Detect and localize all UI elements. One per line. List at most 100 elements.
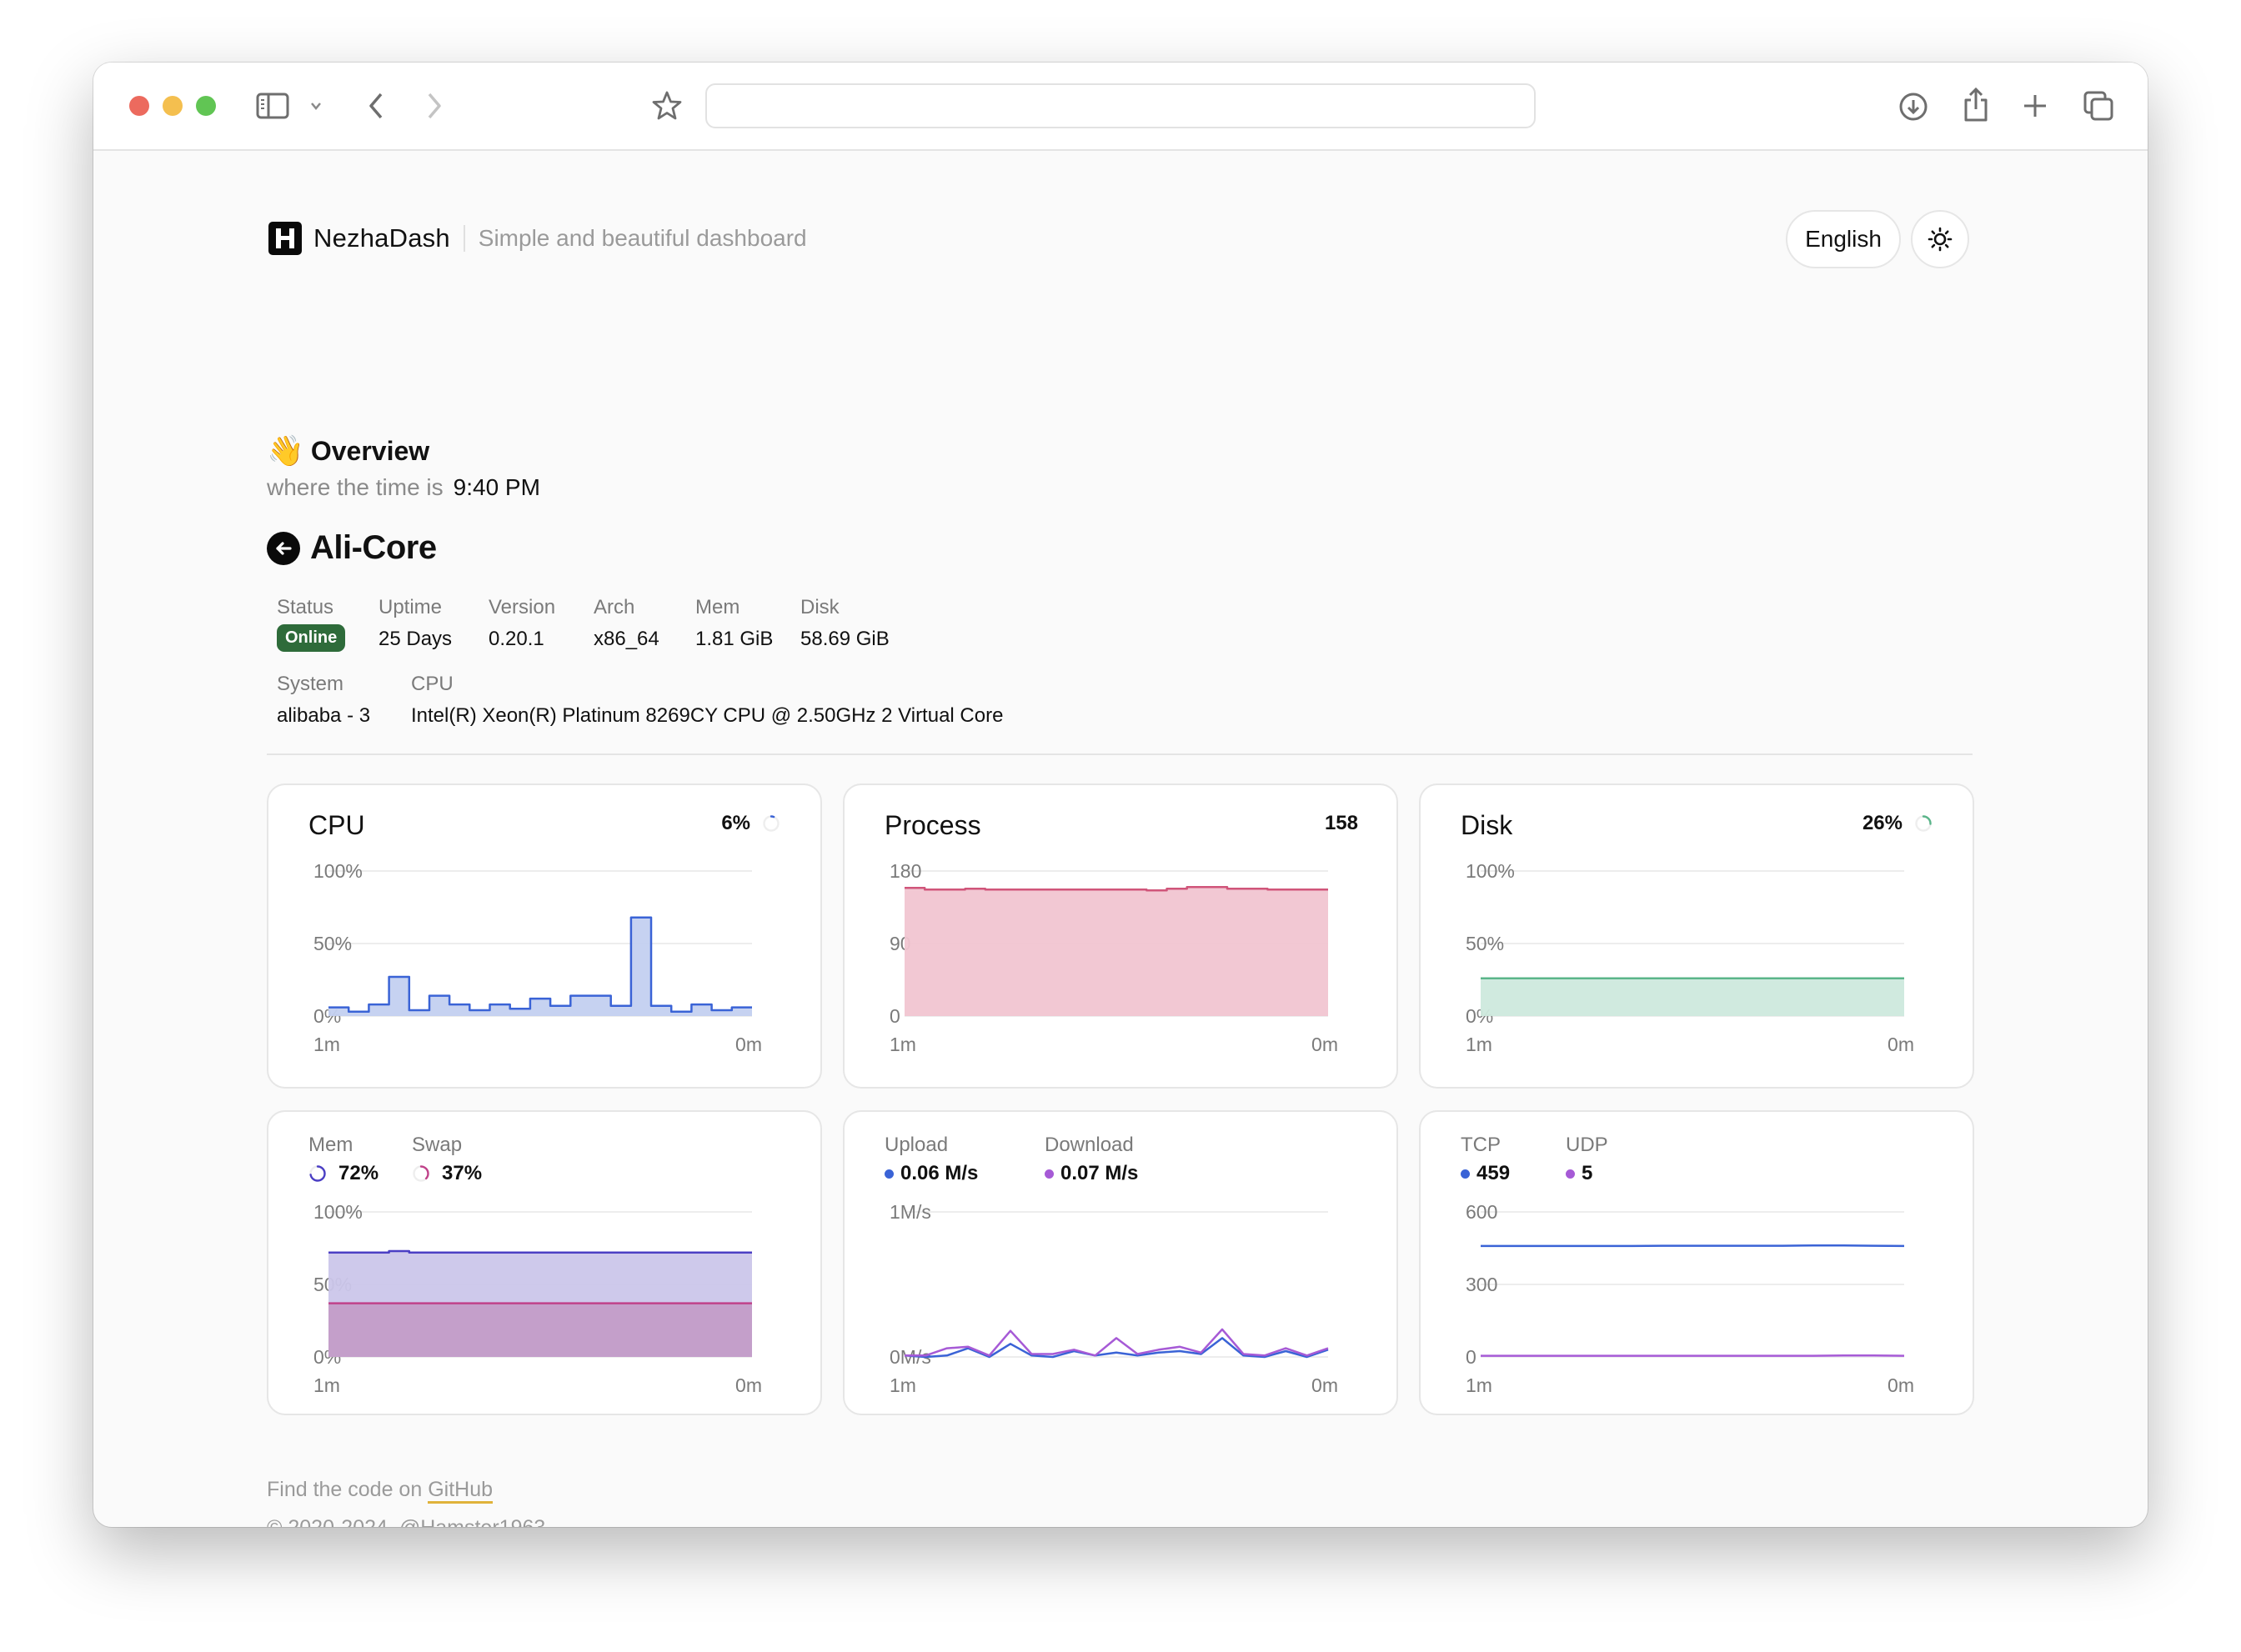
brand-tagline: Simple and beautiful dashboard xyxy=(478,225,807,251)
info-label: Arch xyxy=(594,596,635,618)
process-chart: 1809001m 0m xyxy=(890,860,1338,1055)
server-heading: Ali-Core xyxy=(267,529,437,567)
info-value: 25 Days xyxy=(379,628,453,650)
info-label: CPU xyxy=(411,673,454,695)
connections-chart: 600 300 0 1m 0m xyxy=(1466,1201,1914,1396)
y-tick-label: 50% xyxy=(1466,933,1504,954)
minimize-window-button[interactable] xyxy=(163,96,183,116)
y-tick-label: 50% xyxy=(313,933,352,954)
info-value: 58.69 GiB xyxy=(800,628,890,650)
time-label: where the time is xyxy=(267,474,444,500)
info-uptime: Uptime 25 Days xyxy=(379,596,452,651)
x-tick-label: 0m xyxy=(1888,1034,1914,1055)
network-chart: 1M/s0M/s1m 0m xyxy=(890,1201,1338,1396)
cpu-card: CPU 6% 100% 50% 0% 1m 0m xyxy=(267,783,822,1089)
overview-heading: 👋 Overview xyxy=(267,434,429,468)
x-tick-label: 1m xyxy=(1466,1374,1492,1396)
y-tick-label: 180 xyxy=(890,860,921,882)
theme-toggle-button[interactable] xyxy=(1911,210,1969,268)
x-tick-label: 0m xyxy=(735,1374,762,1396)
browser-toolbar xyxy=(93,63,2148,151)
x-tick-label: 0m xyxy=(1888,1374,1914,1396)
y-tick-label: 100% xyxy=(313,860,363,882)
info-label: Disk xyxy=(800,596,840,618)
memory-card: Mem 72% Swap 37% 100%50%0%1m0m xyxy=(267,1110,822,1415)
process-area xyxy=(905,887,1328,1016)
waving-hand-icon: 👋 xyxy=(267,433,304,468)
info-disk: Disk 58.69 GiB xyxy=(800,596,890,651)
x-tick-label: 0m xyxy=(1311,1034,1338,1055)
footer-source: Find the code on GitHub xyxy=(267,1478,494,1504)
language-button[interactable]: English xyxy=(1786,210,1901,268)
y-tick-label: 600 xyxy=(1466,1201,1497,1223)
sun-icon xyxy=(1928,227,1953,252)
download-icon[interactable] xyxy=(1898,91,1929,123)
x-tick-label: 1m xyxy=(313,1034,340,1055)
sidebar-toggle-icon[interactable] xyxy=(255,93,290,119)
x-tick-label: 1m xyxy=(313,1374,340,1396)
new-tab-plus-icon[interactable] xyxy=(2022,93,2048,119)
bookmark-star-icon[interactable] xyxy=(650,89,684,123)
disk-card: Disk 26% 100% 50% 0% 1m 0m xyxy=(1419,783,1974,1089)
info-label: Version xyxy=(489,596,556,618)
brand[interactable]: NezhaDash Simple and beautiful dashboard xyxy=(268,219,807,258)
info-value: 0.20.1 xyxy=(489,628,544,650)
tcp-line xyxy=(1481,1244,1905,1248)
y-tick-label: 100% xyxy=(313,1201,363,1223)
info-value: x86_64 xyxy=(594,628,659,650)
share-icon[interactable] xyxy=(1961,86,1991,123)
close-window-button[interactable] xyxy=(129,96,149,116)
x-tick-label: 1m xyxy=(890,1034,916,1055)
disk-chart: 100%50%0%1m 0m xyxy=(1466,860,1914,1055)
overview-title: Overview xyxy=(310,435,430,466)
brand-name: NezhaDash xyxy=(313,223,450,253)
disk-area xyxy=(1481,978,1904,1016)
y-tick-label: 0 xyxy=(890,1005,900,1027)
tab-overview-icon[interactable] xyxy=(2083,90,2114,122)
info-label: System xyxy=(277,673,344,695)
zoom-window-button[interactable] xyxy=(196,96,216,116)
y-tick-label: 1M/s xyxy=(890,1201,931,1223)
info-label: Status xyxy=(277,596,334,618)
section-divider xyxy=(267,753,1973,755)
network-card: Upload 0.06 M/s Download 0.07 M/s 1M/s 0M… xyxy=(843,1110,1398,1415)
forward-arrow-icon[interactable] xyxy=(424,91,444,121)
info-label: Mem xyxy=(695,596,740,618)
time-value: 9:40 PM xyxy=(453,474,540,500)
current-time: where the time is 9:40 PM xyxy=(267,474,540,501)
back-arrow-circle-icon[interactable] xyxy=(267,531,300,565)
info-cpu: CPU Intel(R) Xeon(R) Platinum 8269CY CPU… xyxy=(411,673,1003,728)
x-tick-label: 0m xyxy=(735,1034,762,1055)
info-value: alibaba - 3 xyxy=(277,704,371,727)
y-tick-label: 100% xyxy=(1466,860,1515,882)
info-mem: Mem 1.81 GiB xyxy=(695,596,773,651)
server-name: Ali-Core xyxy=(310,529,437,566)
footer-find-text: Find the code on xyxy=(267,1478,423,1501)
x-tick-label: 1m xyxy=(890,1374,916,1396)
copyright-text: © 2020-2024 xyxy=(267,1516,388,1527)
page-content: NezhaDash Simple and beautiful dashboard… xyxy=(93,151,2148,1527)
memory-chart: 100%50%0%1m0m xyxy=(313,1201,762,1396)
back-arrow-icon[interactable] xyxy=(366,91,386,121)
x-tick-label: 1m xyxy=(1466,1034,1492,1055)
github-link[interactable]: GitHub xyxy=(428,1478,494,1504)
process-card: Process 158 180 90 0 1m 0m xyxy=(843,783,1398,1089)
cpu-area xyxy=(328,917,752,1016)
author-text: @Hamster1963 xyxy=(399,1516,545,1527)
chevron-down-icon[interactable] xyxy=(308,99,323,113)
y-tick-label: 300 xyxy=(1466,1274,1497,1295)
cpu-chart: 100%50%0%1m 0m xyxy=(313,860,762,1055)
info-version: Version 0.20.1 xyxy=(489,596,555,651)
nezhadash-logo-icon xyxy=(268,222,302,255)
info-value: Intel(R) Xeon(R) Platinum 8269CY CPU @ 2… xyxy=(411,704,1004,727)
info-arch: Arch x86_64 xyxy=(594,596,659,651)
info-system: System alibaba - 3 xyxy=(277,673,370,728)
address-bar[interactable] xyxy=(705,83,1536,128)
info-value: 1.81 GiB xyxy=(695,628,774,650)
footer-copyright: © 2020-2024 @Hamster1963 xyxy=(267,1516,545,1527)
brand-divider xyxy=(463,225,465,252)
swap-area xyxy=(328,1303,752,1357)
connections-card: TCP 459 UDP 5 600 300 0 1m 0m xyxy=(1419,1110,1974,1415)
browser-window: NezhaDash Simple and beautiful dashboard… xyxy=(93,63,2148,1527)
y-tick-label: 0 xyxy=(1466,1346,1476,1368)
